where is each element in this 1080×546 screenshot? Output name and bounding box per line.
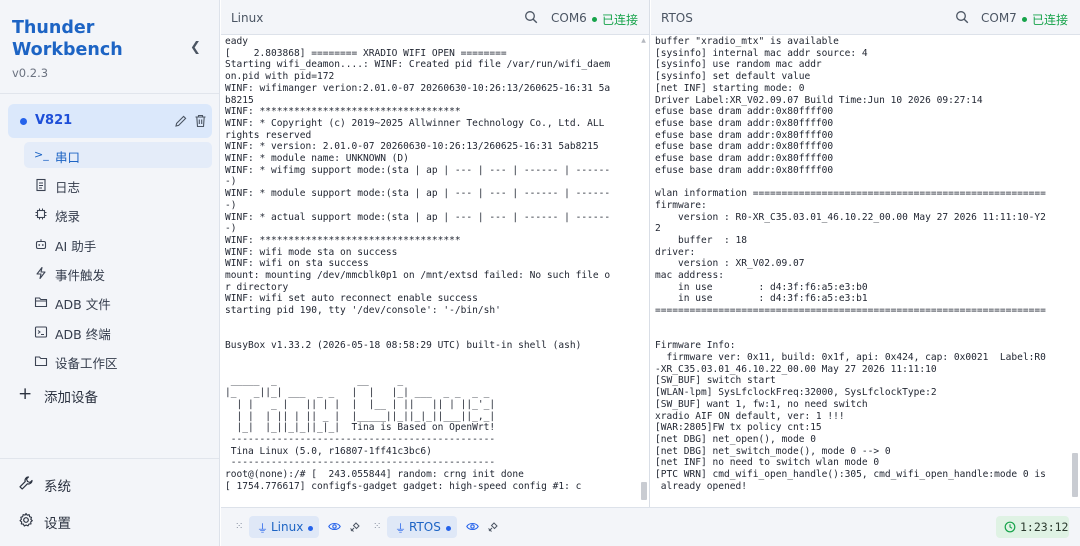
sidebar-item-settings[interactable]: 设置 xyxy=(18,510,208,532)
plug-icon: ⏚ xyxy=(257,522,268,535)
device-card-v821[interactable]: V821 xyxy=(8,104,212,138)
detach-icon[interactable] xyxy=(349,521,361,533)
sidebar-item-event-trigger[interactable]: 事件触发 xyxy=(24,260,212,286)
terminal-output[interactable]: buffer "xradio_mtx" is available [sysinf… xyxy=(655,36,1068,507)
sidebar-item-log[interactable]: 日志 xyxy=(24,172,212,198)
sidebar-divider xyxy=(0,458,219,459)
tab-active-dot xyxy=(308,526,313,531)
port-label: COM7 xyxy=(981,11,1017,25)
sidebar-item-adb-files[interactable]: ADB 文件 xyxy=(24,289,212,315)
folder-icon xyxy=(34,356,48,367)
port-label: COM6 xyxy=(551,11,587,25)
connection-status: 已连接 xyxy=(592,11,638,28)
session-timer: 1:23:12 xyxy=(996,516,1069,538)
sidebar: Thunder Workbench v0.2.3 ❮ V821 >_ 串口 日志… xyxy=(0,0,220,546)
sidebar-item-serial[interactable]: >_ 串口 xyxy=(24,142,212,168)
scroll-thumb[interactable] xyxy=(1072,453,1078,497)
detach-icon[interactable] xyxy=(487,521,499,533)
timer-value: 1:23:12 xyxy=(1020,520,1069,534)
app-title-line2: Workbench xyxy=(12,40,123,60)
scroll-up-arrow[interactable]: ▲ xyxy=(640,38,647,44)
drag-handle-icon[interactable]: ⁙ xyxy=(373,521,381,532)
collapse-sidebar-button[interactable]: ❮ xyxy=(190,40,201,55)
status-dot xyxy=(592,17,597,22)
terminal-pane-rtos: RTOS COM7 已连接 buffer "xradio_mtx" is ava… xyxy=(651,0,1080,507)
tab-label: RTOS xyxy=(409,520,441,534)
gear-icon xyxy=(19,512,33,527)
bottom-bar: ⁙ ⏚ Linux ⁙ ⏚ RTOS 1:23:12 xyxy=(221,507,1080,546)
terminal-window-icon xyxy=(34,326,48,338)
sidebar-item-label: 设置 xyxy=(44,516,71,532)
chevron-left-icon: ❮ xyxy=(190,40,201,55)
tab-rtos[interactable]: ⏚ RTOS xyxy=(387,516,457,538)
terminal-pane-linux: Linux COM6 已连接 eady [ 2.803868] ========… xyxy=(221,0,650,507)
add-device-label: 添加设备 xyxy=(44,390,98,406)
sidebar-item-label: ADB 文件 xyxy=(55,297,111,312)
scroll-thumb[interactable] xyxy=(641,482,647,500)
plus-icon: + xyxy=(18,384,33,404)
scrollbar[interactable]: ▲ xyxy=(640,38,647,505)
sidebar-item-label: 系统 xyxy=(44,479,71,495)
sidebar-item-ai-assistant[interactable]: AI 助手 xyxy=(24,231,212,257)
lightning-icon xyxy=(36,266,46,280)
pane-title: RTOS xyxy=(661,11,693,25)
app-version: v0.2.3 xyxy=(12,66,49,80)
device-status-dot xyxy=(20,118,27,125)
trash-icon[interactable] xyxy=(194,114,207,128)
terminal-text: buffer "xradio_mtx" is available [sysinf… xyxy=(655,36,1046,492)
status-text: 已连接 xyxy=(602,13,639,27)
sidebar-item-label: 日志 xyxy=(55,180,81,195)
sidebar-item-flash[interactable]: 烧录 xyxy=(24,201,212,227)
robot-icon xyxy=(35,239,47,250)
eye-icon[interactable] xyxy=(328,521,341,532)
eye-icon[interactable] xyxy=(466,521,479,532)
sidebar-item-label: 烧录 xyxy=(55,209,81,224)
sidebar-item-label: AI 助手 xyxy=(55,239,97,254)
connection-status: 已连接 xyxy=(1022,11,1068,28)
terminal-icon: >_ xyxy=(34,148,49,161)
sidebar-item-label: 设备工作区 xyxy=(55,356,118,371)
tab-active-dot xyxy=(446,526,451,531)
search-icon[interactable] xyxy=(955,10,969,24)
drag-handle-icon[interactable]: ⁙ xyxy=(235,521,243,532)
folder-icon xyxy=(34,297,48,308)
tab-label: Linux xyxy=(271,520,304,534)
terminal-output[interactable]: eady [ 2.803868] ======== XRADIO WIFI OP… xyxy=(225,36,637,507)
sidebar-item-system[interactable]: 系统 xyxy=(18,473,208,495)
add-device-button[interactable]: + 添加设备 xyxy=(18,384,208,406)
tab-linux[interactable]: ⏚ Linux xyxy=(249,516,319,538)
clock-icon xyxy=(1004,521,1016,533)
sidebar-item-device-workspace[interactable]: 设备工作区 xyxy=(24,348,212,374)
plug-icon: ⏚ xyxy=(395,522,406,535)
status-text: 已连接 xyxy=(1032,13,1069,27)
terminal-text: eady [ 2.803868] ======== XRADIO WIFI OP… xyxy=(225,36,611,492)
sidebar-item-label: 串口 xyxy=(55,150,81,165)
search-icon[interactable] xyxy=(524,10,538,24)
sidebar-item-adb-terminal[interactable]: ADB 终端 xyxy=(24,319,212,345)
sidebar-item-label: 事件触发 xyxy=(55,268,106,283)
wrench-icon xyxy=(19,476,33,490)
device-name: V821 xyxy=(35,113,73,128)
pane-header: Linux COM6 已连接 xyxy=(221,0,649,35)
pane-title: Linux xyxy=(231,11,264,25)
document-icon xyxy=(36,178,46,192)
pencil-icon[interactable] xyxy=(174,114,188,128)
pane-header: RTOS COM7 已连接 xyxy=(651,0,1080,35)
chip-icon xyxy=(35,208,47,220)
app-title: Thunder Workbench xyxy=(12,17,123,61)
sidebar-divider xyxy=(0,93,219,94)
status-dot xyxy=(1022,17,1027,22)
scrollbar[interactable] xyxy=(1071,38,1078,505)
app-title-line1: Thunder xyxy=(12,18,95,38)
sidebar-item-label: ADB 终端 xyxy=(55,327,111,342)
